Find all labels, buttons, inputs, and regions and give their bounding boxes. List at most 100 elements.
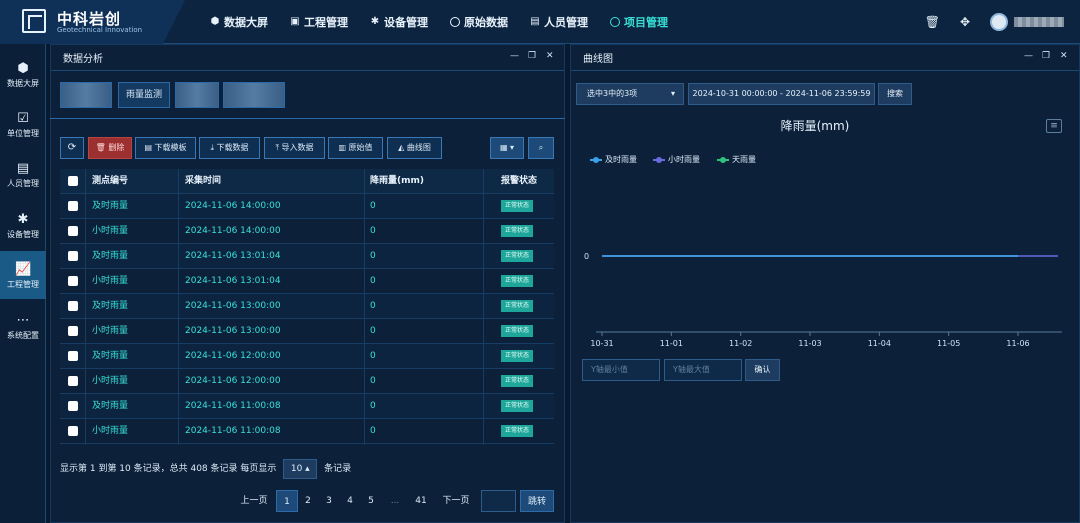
header-actions: 🗑 ✥ bbox=[925, 0, 1080, 44]
pagination-info: 显示第 1 到第 10 条记录，总共 408 条记录 每页显示 10 ▴ 条记录 bbox=[60, 459, 351, 479]
nav-personnel-management[interactable]: ▤ 人员管理 bbox=[530, 14, 588, 30]
y-axis-min-input[interactable]: Y轴最小值 bbox=[582, 359, 660, 381]
nav-label: 原始数据 bbox=[464, 16, 508, 29]
sidebar-item-unit-management[interactable]: ☑ 单位管理 bbox=[0, 100, 46, 148]
refresh-button[interactable]: ⟳ bbox=[60, 137, 84, 159]
page-button-4[interactable]: 4 bbox=[341, 490, 359, 512]
jump-button[interactable]: 跳转 bbox=[520, 490, 554, 512]
restore-icon[interactable]: ❐ bbox=[528, 51, 536, 61]
next-page-button[interactable]: 下一页 bbox=[437, 490, 475, 512]
table-row[interactable]: 及时雨量 2024-11-06 13:00:00 0 正常状态 bbox=[60, 294, 554, 319]
table-row[interactable]: 及时雨量 2024-11-06 14:00:00 0 正常状态 bbox=[60, 194, 554, 219]
prev-page-button[interactable]: 上一页 bbox=[236, 490, 272, 512]
trash-icon[interactable]: 🗑 bbox=[925, 15, 940, 29]
table-row[interactable]: 小时雨量 2024-11-06 13:00:00 0 正常状态 bbox=[60, 319, 554, 344]
table-row[interactable]: 及时雨量 2024-11-06 12:00:00 0 正常状态 bbox=[60, 344, 554, 369]
confirm-button[interactable]: 确认 bbox=[745, 359, 780, 381]
bar-chart-icon: ▥ bbox=[338, 143, 346, 152]
minimize-icon[interactable]: — bbox=[1024, 51, 1033, 61]
sidebar-item-system-config[interactable]: ⋯ 系统配置 bbox=[0, 302, 46, 350]
cube-icon: ⬢ bbox=[17, 61, 29, 76]
y-axis-max-input[interactable]: Y轴最大值 bbox=[664, 359, 742, 381]
search-button[interactable]: ⌕ bbox=[528, 137, 554, 159]
close-icon[interactable]: ✕ bbox=[546, 51, 554, 61]
avatar[interactable] bbox=[990, 13, 1008, 31]
import-data-button[interactable]: ⤒ 导入数据 bbox=[264, 137, 325, 159]
search-button[interactable]: 搜索 bbox=[878, 83, 912, 105]
sidebar-item-device-management[interactable]: ✱ 设备管理 bbox=[0, 201, 46, 249]
sidebar-item-project-management[interactable]: 📈 工程管理 bbox=[0, 251, 46, 299]
cell-point-id: 及时雨量 bbox=[92, 301, 129, 311]
page-size-select[interactable]: 10 ▴ bbox=[283, 459, 318, 479]
delete-label: 删除 bbox=[108, 143, 125, 152]
chart-icon: 📈 bbox=[15, 262, 32, 277]
table-row[interactable]: 小时雨量 2024-11-06 11:00:08 0 正常状态 bbox=[60, 419, 554, 444]
page-button-5[interactable]: 5 bbox=[362, 490, 380, 512]
row-checkbox[interactable] bbox=[68, 251, 78, 261]
curve-chart-button[interactable]: ◭ 曲线图 bbox=[387, 137, 442, 159]
grid-icon: ▦ ▾ bbox=[499, 143, 515, 152]
upload-icon: ⤒ bbox=[275, 143, 279, 152]
fullscreen-icon[interactable]: ✥ bbox=[960, 15, 970, 29]
nav-raw-data[interactable]: 原始数据 bbox=[450, 14, 508, 30]
sidebar-item-data-screen[interactable]: ⬢ 数据大屏 bbox=[0, 50, 46, 98]
nav-data-screen[interactable]: ⬢ 数据大屏 bbox=[210, 14, 268, 30]
series-select[interactable]: 选中3中的3项 ▾ bbox=[576, 83, 684, 105]
x-tick-label: 11-04 bbox=[867, 339, 891, 348]
delete-button[interactable]: 🗑 删除 bbox=[88, 137, 132, 159]
y-axis-min-placeholder: Y轴最小值 bbox=[591, 365, 628, 374]
page-button-41[interactable]: 41 bbox=[410, 490, 432, 512]
raw-value-button[interactable]: ▥ 原始值 bbox=[328, 137, 383, 159]
row-checkbox[interactable] bbox=[68, 276, 78, 286]
nav-project-management[interactable]: ▣ 工程管理 bbox=[290, 14, 348, 30]
row-checkbox[interactable] bbox=[68, 351, 78, 361]
cell-rainfall: 0 bbox=[370, 301, 376, 311]
cell-time: 2024-11-06 13:01:04 bbox=[185, 251, 281, 261]
row-checkbox[interactable] bbox=[68, 426, 78, 436]
columns-toggle-button[interactable]: ▦ ▾ bbox=[490, 137, 524, 159]
row-checkbox[interactable] bbox=[68, 201, 78, 211]
cell-point-id: 及时雨量 bbox=[92, 201, 129, 211]
table-row[interactable]: 小时雨量 2024-11-06 12:00:00 0 正常状态 bbox=[60, 369, 554, 394]
restore-icon[interactable]: ❐ bbox=[1042, 51, 1050, 61]
row-checkbox[interactable] bbox=[68, 376, 78, 386]
table-row[interactable]: 小时雨量 2024-11-06 13:01:04 0 正常状态 bbox=[60, 269, 554, 294]
row-checkbox[interactable] bbox=[68, 301, 78, 311]
filter-button-rainfall[interactable]: 雨量监测 bbox=[118, 82, 170, 108]
select-all-checkbox[interactable] bbox=[68, 176, 78, 186]
close-icon[interactable]: ✕ bbox=[1060, 51, 1068, 61]
filter-button-blurred[interactable] bbox=[60, 82, 112, 108]
row-checkbox[interactable] bbox=[68, 326, 78, 336]
page-button-2[interactable]: 2 bbox=[299, 490, 317, 512]
filter-button-blurred[interactable] bbox=[223, 82, 285, 108]
page-button-3[interactable]: 3 bbox=[320, 490, 338, 512]
minimize-icon[interactable]: — bbox=[510, 51, 519, 61]
row-checkbox[interactable] bbox=[68, 401, 78, 411]
date-range-input[interactable]: 2024-10-31 00:00:00 - 2024-11-06 23:59:5… bbox=[688, 83, 875, 105]
table-row[interactable]: 及时雨量 2024-11-06 13:01:04 0 正常状态 bbox=[60, 244, 554, 269]
download-template-button[interactable]: ▤ 下载模板 bbox=[135, 137, 196, 159]
sidebar-item-personnel-management[interactable]: ▤ 人员管理 bbox=[0, 150, 46, 198]
x-tick-label: 11-06 bbox=[1006, 339, 1030, 348]
nav-label: 工程管理 bbox=[304, 16, 348, 29]
download-data-button[interactable]: ⤓ 下载数据 bbox=[199, 137, 260, 159]
row-checkbox[interactable] bbox=[68, 226, 78, 236]
chart-menu-icon[interactable]: ≡ bbox=[1046, 119, 1062, 133]
cell-alarm-status: 正常状态 bbox=[501, 419, 534, 444]
filter-button-blurred[interactable] bbox=[175, 82, 219, 108]
panel-header: 曲线图 bbox=[571, 45, 1079, 71]
sidebar-item-label: 人员管理 bbox=[7, 179, 39, 188]
brand-logo[interactable]: 中科岩创 Geotechnical Innovation bbox=[0, 0, 185, 44]
nav-item-management[interactable]: 项目管理 bbox=[610, 14, 668, 30]
table-row[interactable]: 及时雨量 2024-11-06 11:00:08 0 正常状态 bbox=[60, 394, 554, 419]
page-button-1[interactable]: 1 bbox=[276, 490, 298, 512]
area-chart-icon: ◭ bbox=[398, 143, 405, 152]
nav-device-management[interactable]: ✱ 设备管理 bbox=[370, 14, 428, 30]
circle-icon bbox=[610, 17, 620, 27]
username-blurred[interactable] bbox=[1014, 17, 1064, 27]
pagination-info-suffix: 条记录 bbox=[324, 464, 352, 474]
series-select-value: 选中3中的3项 bbox=[587, 89, 638, 98]
table-row[interactable]: 小时雨量 2024-11-06 14:00:00 0 正常状态 bbox=[60, 219, 554, 244]
page-jump-input[interactable] bbox=[481, 490, 516, 512]
curve-chart-label: 曲线图 bbox=[406, 143, 431, 152]
